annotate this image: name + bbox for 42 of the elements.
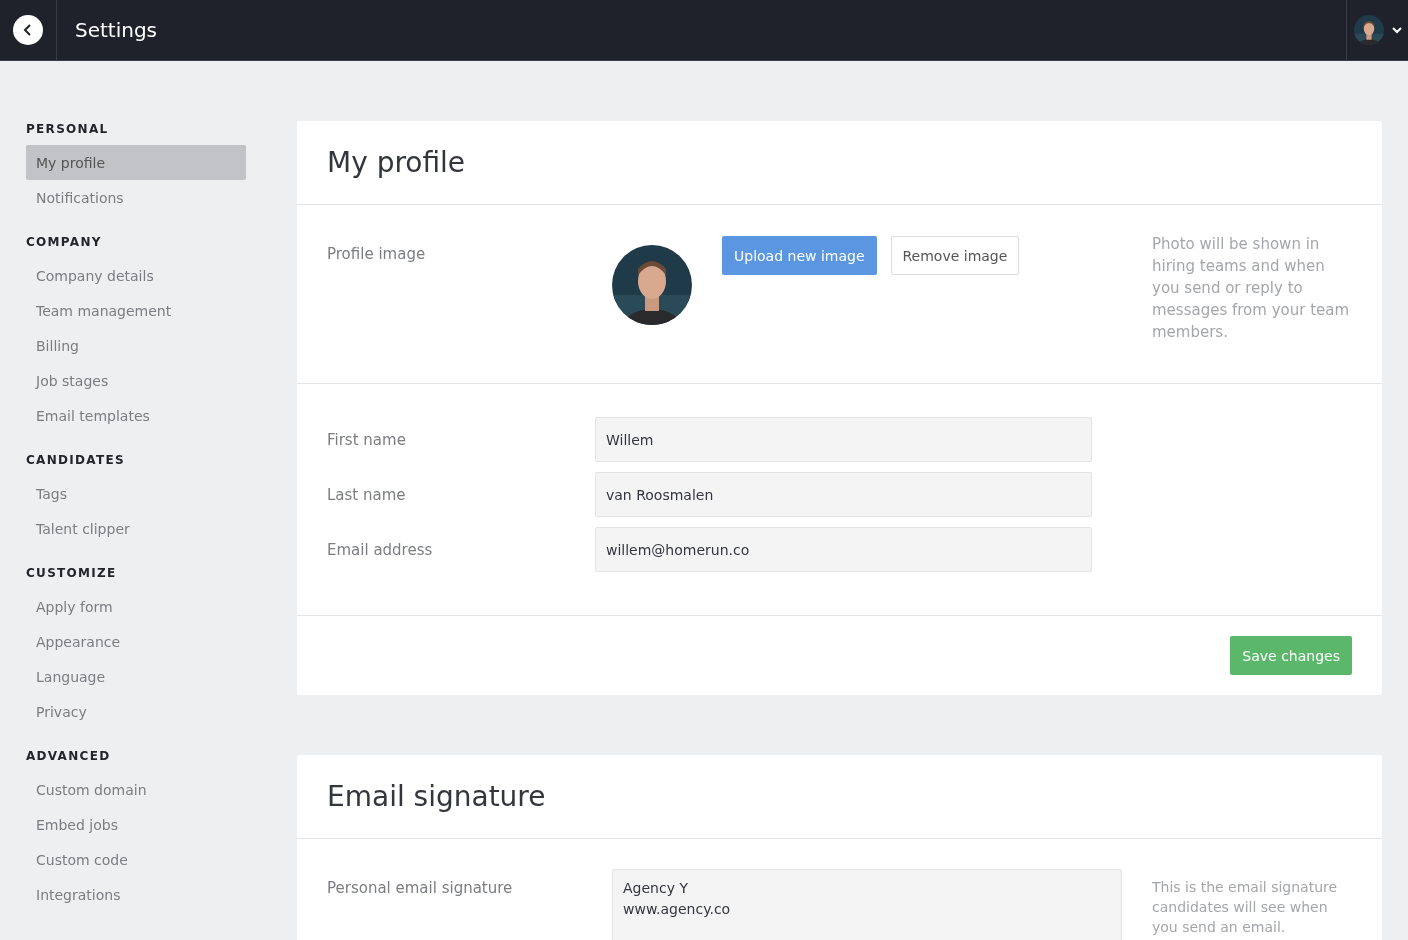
sidebar-heading: CANDIDATES	[26, 452, 126, 468]
sidebar-item[interactable]: Talent clipper	[26, 511, 246, 546]
sidebar-item[interactable]: Language	[26, 659, 246, 694]
hint-text: Photo will be shown in hiring teams and when you send or reply to messages from your team members.	[1152, 234, 1351, 343]
sidebar-heading: ADVANCED	[26, 748, 112, 764]
sidebar-item[interactable]: Embed jobs	[26, 807, 246, 842]
card-title: Email signature	[327, 780, 546, 813]
sidebar-item[interactable]: Integrations	[26, 877, 246, 912]
sidebar-item[interactable]: Notifications	[26, 180, 246, 215]
field-label: Profile image	[327, 245, 427, 265]
sidebar-item[interactable]: Apply form	[26, 589, 246, 624]
card-title: My profile	[327, 146, 466, 179]
sidebar-item[interactable]: Appearance	[26, 624, 246, 659]
sidebar-item[interactable]: Team management	[26, 293, 246, 328]
sidebar-heading: COMPANY	[26, 234, 103, 250]
upload-image-button[interactable]: Upload new image	[722, 236, 877, 275]
sidebar-item[interactable]: Email templates	[26, 398, 246, 433]
sidebar-heading: CUSTOMIZE	[26, 565, 118, 581]
remove-image-button[interactable]: Remove image	[890, 236, 1020, 275]
text-field[interactable]: Willem	[595, 417, 1092, 462]
sidebar-item[interactable]: Privacy	[26, 694, 246, 729]
field-label: Personal email signature	[327, 878, 514, 899]
sidebar-item[interactable]: My profile	[26, 145, 246, 180]
back-icon	[23, 24, 33, 36]
sidebar-item[interactable]: Tags	[26, 476, 246, 511]
field-label: Last name	[327, 485, 407, 504]
sidebar-item[interactable]: Job stages	[26, 363, 246, 398]
hint-text: This is the email signature candidates will see when you send an email.	[1152, 878, 1339, 937]
sidebar-item[interactable]: Company details	[26, 258, 246, 293]
text-field[interactable]: van Roosmalen	[595, 472, 1092, 517]
sidebar-item[interactable]: Billing	[26, 328, 246, 363]
sidebar-heading: PERSONAL	[26, 121, 110, 137]
page-title: Settings	[74, 17, 159, 44]
sidebar-item[interactable]: Custom code	[26, 842, 246, 877]
text-field[interactable]: willem@homerun.co	[595, 527, 1092, 572]
chevron-down-icon	[1391, 26, 1402, 34]
sidebar-item[interactable]: Custom domain	[26, 772, 246, 807]
field-label: Email address	[327, 540, 434, 559]
save-button[interactable]: Save changes	[1230, 636, 1352, 675]
signature-field[interactable]: Agency Y www.agency.co	[612, 869, 1122, 940]
field-label: First name	[327, 430, 407, 449]
back-button[interactable]	[13, 15, 43, 45]
